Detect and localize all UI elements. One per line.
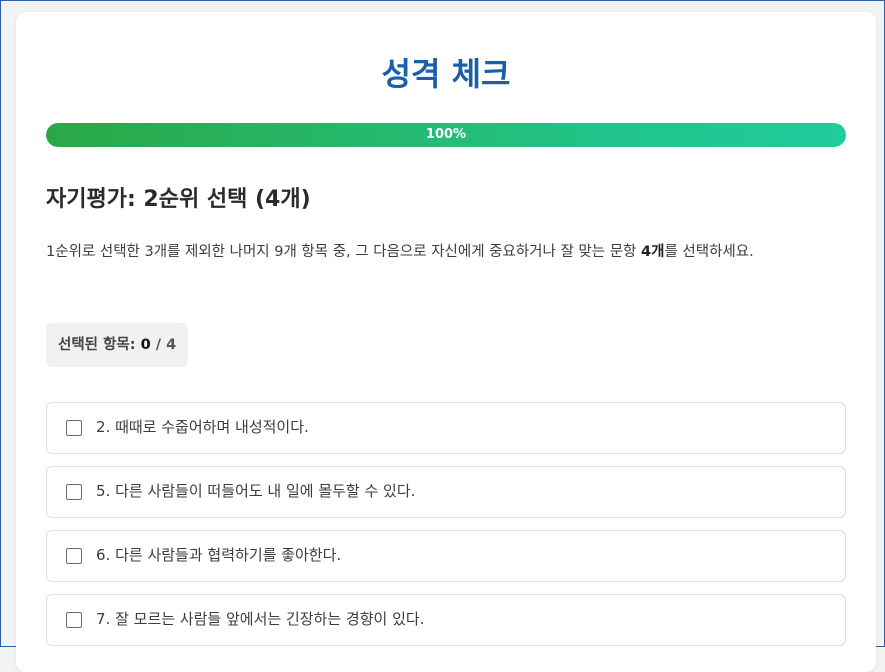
- option-item[interactable]: 6. 다른 사람들과 협력하기를 좋아한다.: [46, 530, 846, 582]
- section-title: 자기평가: 2순위 선택 (4개): [46, 187, 311, 212]
- option-checkbox[interactable]: [66, 420, 82, 436]
- instructions-text-pre: 1순위로 선택한 3개를 제외한 나머지 9개 항목 중, 그 다음으로 자신에…: [46, 244, 641, 260]
- option-checkbox[interactable]: [66, 484, 82, 500]
- selection-counter: 선택된 항목: 0 / 4: [46, 323, 189, 367]
- option-label: 7. 잘 모르는 사람들 앞에서는 긴장하는 경향이 있다.: [96, 610, 425, 628]
- options-list: 2. 때때로 수줍어하며 내성적이다. 5. 다른 사람들이 떠들어도 내 일에…: [46, 402, 846, 658]
- instructions-text-bold: 4개: [641, 244, 665, 260]
- progress-label: 100%: [425, 127, 467, 142]
- instructions-text-post: 를 선택하세요.: [664, 244, 754, 260]
- selection-counter-total: 4: [166, 337, 177, 353]
- selection-counter-selected: 0: [140, 337, 151, 353]
- option-item[interactable]: 7. 잘 모르는 사람들 앞에서는 긴장하는 경향이 있다.: [46, 594, 846, 646]
- selection-counter-separator: /: [150, 337, 167, 353]
- option-checkbox[interactable]: [66, 612, 82, 628]
- option-label: 6. 다른 사람들과 협력하기를 좋아한다.: [96, 546, 342, 564]
- option-item[interactable]: 2. 때때로 수줍어하며 내성적이다.: [46, 402, 846, 454]
- survey-card: 성격 체크 100% 자기평가: 2순위 선택 (4개) 1순위로 선택한 3개…: [16, 12, 876, 672]
- option-label: 2. 때때로 수줍어하며 내성적이다.: [96, 418, 309, 436]
- option-item[interactable]: 5. 다른 사람들이 떠들어도 내 일에 몰두할 수 있다.: [46, 466, 846, 518]
- selection-counter-label: 선택된 항목:: [58, 337, 141, 353]
- instructions-text: 1순위로 선택한 3개를 제외한 나머지 9개 항목 중, 그 다음으로 자신에…: [46, 240, 848, 265]
- option-checkbox[interactable]: [66, 548, 82, 564]
- progress-bar: 100%: [46, 123, 846, 147]
- option-label: 5. 다른 사람들이 떠들어도 내 일에 몰두할 수 있다.: [96, 482, 416, 500]
- page-title: 성격 체크: [381, 55, 511, 93]
